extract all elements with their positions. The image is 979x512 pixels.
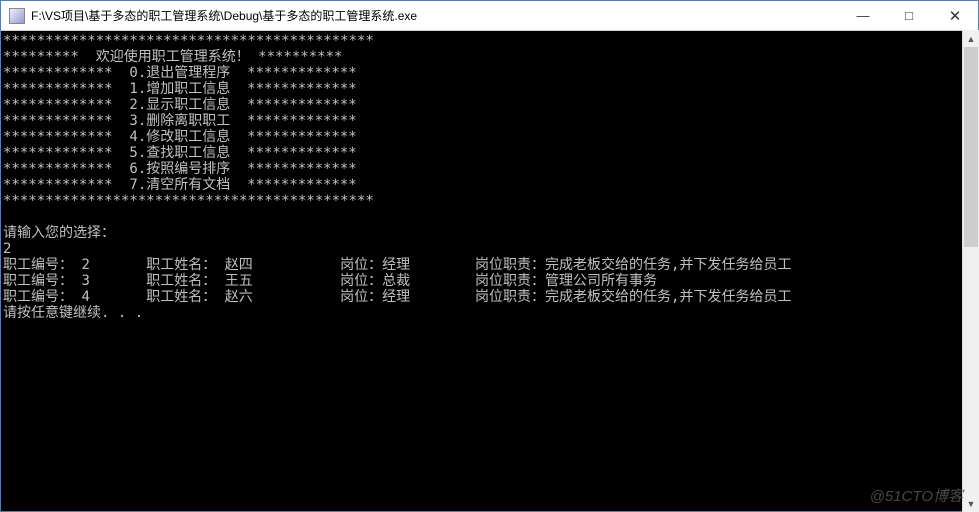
menu-item-5: ************* 5.查找职工信息 *************: [3, 145, 357, 161]
maximize-button[interactable]: □: [886, 1, 932, 30]
continue-prompt: 请按任意键继续. . .: [3, 305, 143, 321]
window-title: F:\VS项目\基于多态的职工管理系统\Debug\基于多态的职工管理系统.ex…: [31, 7, 840, 24]
menu-welcome: ********* 欢迎使用职工管理系统！ **********: [3, 49, 342, 65]
watermark: @51CTO博客: [870, 485, 963, 506]
menu-item-7: ************* 7.清空所有文档 *************: [3, 177, 357, 193]
console-output[interactable]: ****************************************…: [1, 31, 978, 511]
menu-item-1: ************* 1.增加职工信息 *************: [3, 81, 357, 97]
menu-item-6: ************* 6.按照编号排序 *************: [3, 161, 357, 177]
menu-item-2: ************* 2.显示职工信息 *************: [3, 97, 357, 113]
table-row: 职工编号： 2 职工姓名： 赵四 岗位：经理 岗位职责：完成老板交给的任务,并下…: [3, 257, 791, 273]
app-icon: [9, 8, 25, 24]
scroll-thumb[interactable]: [964, 47, 978, 247]
vertical-scrollbar[interactable]: ▲ ▼: [962, 30, 979, 512]
input-prompt: 请输入您的选择：: [3, 225, 115, 241]
menu-border-top: ****************************************…: [3, 33, 374, 49]
menu-item-0: ************* 0.退出管理程序 *************: [3, 65, 357, 81]
menu-item-4: ************* 4.修改职工信息 *************: [3, 129, 357, 145]
minimize-button[interactable]: —: [840, 1, 886, 30]
menu-item-3: ************* 3.删除离职职工 *************: [3, 113, 357, 129]
table-row: 职工编号： 3 职工姓名： 王五 岗位：总裁 岗位职责：管理公司所有事务: [3, 273, 657, 289]
table-row: 职工编号： 4 职工姓名： 赵六 岗位：经理 岗位职责：完成老板交给的任务,并下…: [3, 289, 791, 305]
app-window: F:\VS项目\基于多态的职工管理系统\Debug\基于多态的职工管理系统.ex…: [0, 0, 979, 512]
titlebar[interactable]: F:\VS项目\基于多态的职工管理系统\Debug\基于多态的职工管理系统.ex…: [1, 1, 978, 31]
close-button[interactable]: ✕: [932, 1, 978, 30]
user-input: 2: [3, 241, 11, 257]
menu-border-bottom: ****************************************…: [3, 193, 374, 209]
scroll-down-icon[interactable]: ▼: [963, 495, 979, 512]
scroll-up-icon[interactable]: ▲: [963, 30, 979, 47]
window-controls: — □ ✕: [840, 1, 978, 30]
